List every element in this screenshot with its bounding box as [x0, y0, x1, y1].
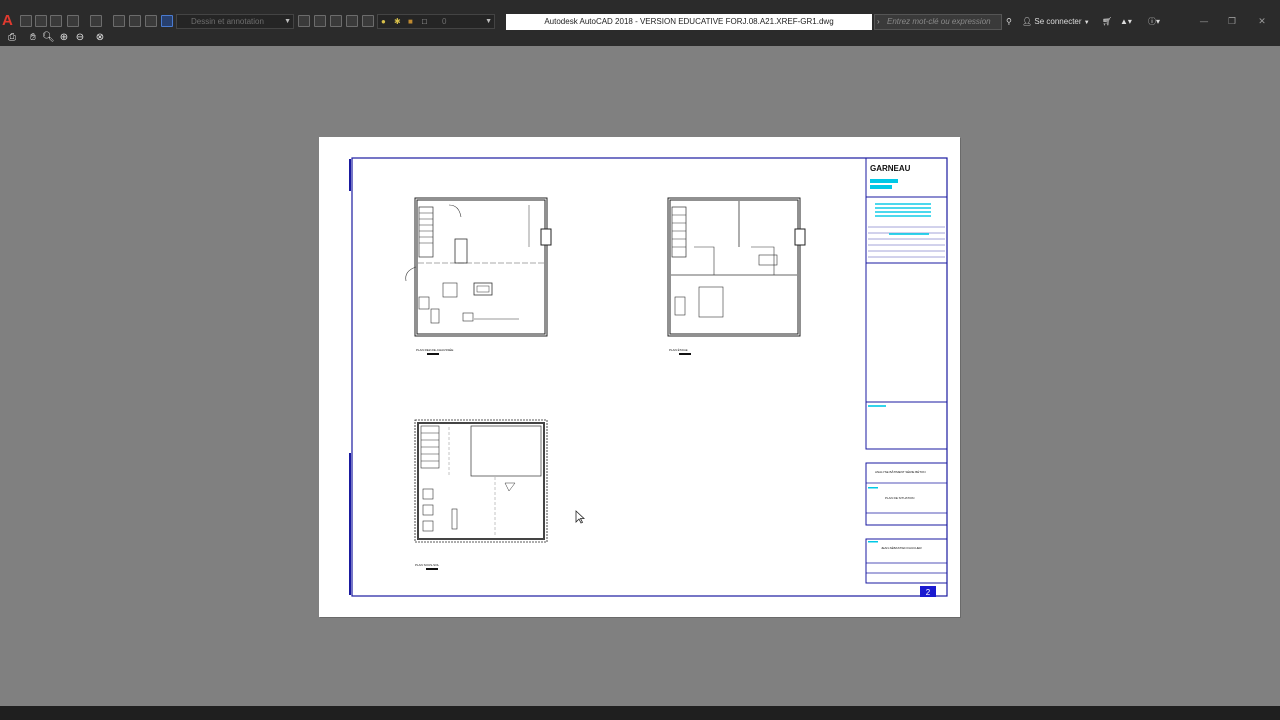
- zoom-previous-icon[interactable]: ⊖: [74, 32, 86, 44]
- titleblock-author: JEAN-SÉBASTIEN FAUCHER: [881, 545, 923, 550]
- match-properties-icon[interactable]: [298, 15, 310, 27]
- minimize-button[interactable]: —: [1190, 14, 1218, 30]
- layer-isolate-icon[interactable]: [362, 15, 374, 27]
- lightbulb-icon: ●: [381, 17, 386, 26]
- close-button[interactable]: ✕: [1248, 14, 1276, 30]
- magnifier-icon[interactable]: 🔍︎: [42, 32, 55, 44]
- layer-previous-icon[interactable]: [346, 15, 358, 27]
- cart-icon[interactable]: 🛒︎: [1102, 14, 1112, 30]
- status-bar: [0, 706, 1280, 720]
- basement-plan-label: PLAN SOUS-SOL: [415, 563, 440, 567]
- hand-icon[interactable]: ✋︎: [27, 32, 39, 44]
- titleblock-project: ANALYSE BÂTIMENT SÉRIE BÉTON: [875, 469, 926, 474]
- title-block: GARNEAU ANALYSE BÂTIMENT SÉRIE BÉTON PLA…: [865, 157, 948, 597]
- workspace-combo[interactable]: Dessin et annotation ▼: [176, 14, 294, 29]
- application-menu-button[interactable]: A: [2, 13, 16, 29]
- titleblock-sheet-title: PLAN DE SITUATION: [885, 496, 914, 500]
- signin-button[interactable]: 👤︎ Se connecter ▼: [1022, 14, 1090, 30]
- plot-preview-toolbar: ⎙ ✋︎ 🔍︎ ⊕ ⊖ ⊗: [0, 30, 1280, 46]
- open-file-icon[interactable]: [113, 15, 125, 27]
- layer-state-icon[interactable]: [330, 15, 342, 27]
- application-title-bar: A Dessin et annotation ▼ ● ✱ ■ □ 0 ▼ Aut…: [0, 0, 1280, 30]
- basement-plan: PLAN SOUS-SOL: [414, 419, 548, 570]
- sheet-drawing: PLAN REZ-DE-CHAUSSÉE PLAN ÉTAGE PLAN SOU…: [349, 157, 948, 597]
- layer-properties-icon[interactable]: [314, 15, 326, 27]
- signin-label: Se connecter: [1034, 17, 1082, 26]
- drawing-canvas[interactable]: PLAN REZ-DE-CHAUSSÉE PLAN ÉTAGE PLAN SOU…: [0, 46, 1280, 706]
- chevron-right-icon: ›: [877, 17, 880, 26]
- user-icon: 👤︎: [1022, 17, 1033, 26]
- drawing-border: [351, 157, 948, 597]
- redo-icon[interactable]: [90, 15, 102, 27]
- search-input[interactable]: › Entrez mot-clé ou expression: [874, 14, 1002, 30]
- help-icon[interactable]: ⓘ▾: [1148, 14, 1160, 30]
- ground-floor-plan: PLAN REZ-DE-CHAUSSÉE: [405, 197, 552, 355]
- upper-floor-plan: PLAN ÉTAGE: [667, 197, 806, 355]
- new-icon[interactable]: [20, 15, 32, 27]
- layer-combo-value: 0: [442, 17, 447, 26]
- sun-icon: ✱: [394, 17, 401, 26]
- printer-icon[interactable]: ⎙: [6, 32, 18, 44]
- restore-button[interactable]: ❐: [1218, 14, 1246, 30]
- zoom-window-icon[interactable]: ⊕: [58, 32, 70, 44]
- open-icon[interactable]: [35, 15, 47, 27]
- sheet-number: 2: [926, 588, 931, 597]
- undo-icon[interactable]: [67, 15, 79, 27]
- mouse-cursor-icon: [575, 510, 585, 524]
- lock-icon: ■: [408, 17, 413, 26]
- ground-floor-plan-label: PLAN REZ-DE-CHAUSSÉE: [416, 347, 453, 352]
- save-icon[interactable]: [50, 15, 62, 27]
- plot-preview-icon[interactable]: [145, 15, 157, 27]
- workspace-combo-value: Dessin et annotation: [191, 17, 264, 26]
- close-circle-icon[interactable]: ⊗: [94, 32, 106, 44]
- chevron-down-icon: ▼: [284, 18, 291, 25]
- save-as-icon[interactable]: [161, 15, 173, 27]
- upper-floor-plan-label: PLAN ÉTAGE: [669, 347, 688, 352]
- search-placeholder: Entrez mot-clé ou expression: [887, 17, 991, 26]
- window-title: Autodesk AutoCAD 2018 - VERSION EDUCATIV…: [506, 14, 872, 30]
- paper-sheet: PLAN REZ-DE-CHAUSSÉE PLAN ÉTAGE PLAN SOU…: [319, 137, 960, 617]
- color-swatch-icon: □: [422, 17, 427, 26]
- chevron-down-icon: ▼: [1083, 20, 1090, 26]
- exchange-icon[interactable]: ▲▾: [1120, 14, 1132, 30]
- layer-combo[interactable]: ● ✱ ■ □ 0 ▼: [377, 14, 495, 29]
- chevron-down-icon: ▼: [485, 18, 492, 25]
- titleblock-brand: GARNEAU: [870, 164, 911, 173]
- plot-icon[interactable]: [129, 15, 141, 27]
- binoculars-icon[interactable]: ⚲: [1006, 14, 1012, 30]
